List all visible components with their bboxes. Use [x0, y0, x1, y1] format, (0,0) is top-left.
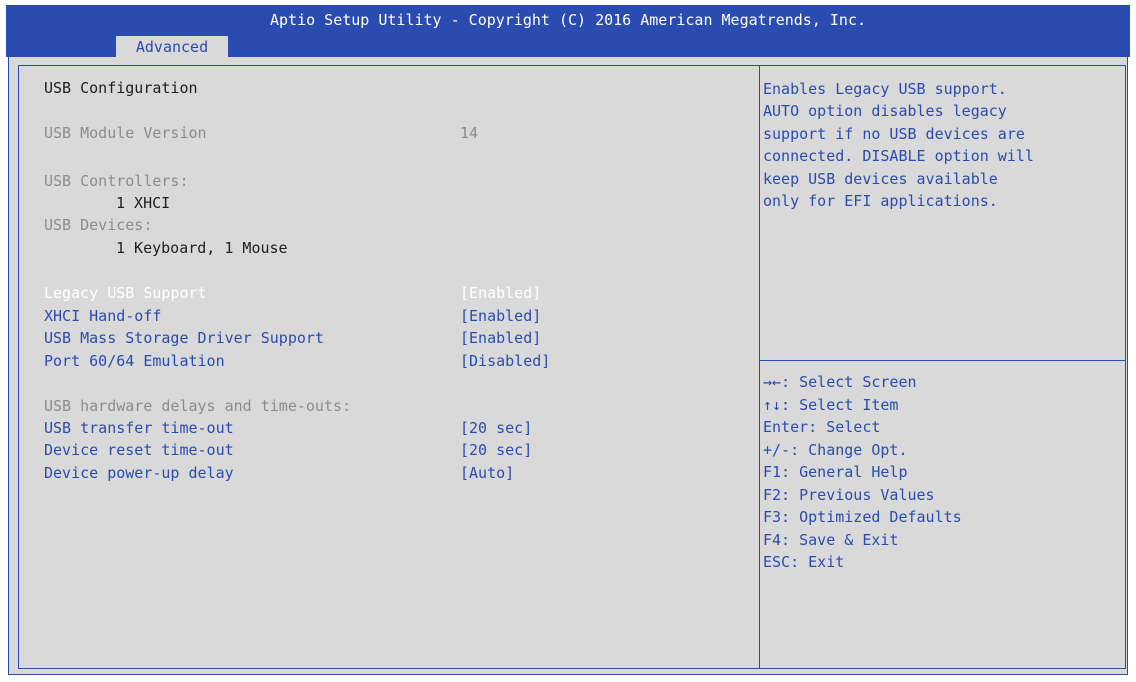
controllers-value: 1 XHCI	[116, 194, 171, 212]
key-hint-general-help: F1: General Help	[763, 463, 908, 481]
setting-device-power-up-delay[interactable]: Device power-up delay	[44, 464, 234, 482]
section-title: USB Configuration	[44, 79, 198, 97]
setting-legacy-usb-support[interactable]: Legacy USB Support	[44, 284, 207, 302]
key-hint-select-screen: →←: Select Screen	[763, 373, 917, 391]
setting-legacy-usb-support-value[interactable]: [Enabled]	[460, 284, 541, 302]
key-hint-change-opt: +/-: Change Opt.	[763, 441, 908, 459]
help-line: support if no USB devices are	[763, 125, 1025, 143]
help-line: AUTO option disables legacy	[763, 102, 1007, 120]
help-line: Enables Legacy USB support.	[763, 80, 1007, 98]
help-line: keep USB devices available	[763, 170, 998, 188]
setting-usb-transfer-timeout-value[interactable]: [20 sec]	[460, 419, 532, 437]
setting-xhci-hand-off-value[interactable]: [Enabled]	[460, 307, 541, 325]
setting-xhci-hand-off[interactable]: XHCI Hand-off	[44, 307, 161, 325]
setting-port-emulation[interactable]: Port 60/64 Emulation	[44, 352, 225, 370]
key-hint-esc-exit: ESC: Exit	[763, 553, 845, 571]
module-version-label: USB Module Version	[44, 124, 207, 142]
key-hint-save-exit: F4: Save & Exit	[763, 531, 899, 549]
setting-usb-mass-storage[interactable]: USB Mass Storage Driver Support	[44, 329, 324, 347]
setting-usb-transfer-timeout[interactable]: USB transfer time-out	[44, 419, 234, 437]
setting-port-emulation-value[interactable]: [Disabled]	[460, 352, 550, 370]
tab-advanced[interactable]: Advanced	[116, 36, 228, 57]
help-line: connected. DISABLE option will	[763, 147, 1034, 165]
setting-usb-mass-storage-value[interactable]: [Enabled]	[460, 329, 541, 347]
key-hint-optimized-defaults: F3: Optimized Defaults	[763, 508, 962, 526]
devices-label: USB Devices:	[44, 216, 153, 234]
delays-header: USB hardware delays and time-outs:	[44, 397, 352, 415]
title-bar: Aptio Setup Utility - Copyright (C) 2016…	[6, 5, 1130, 57]
devices-value: 1 Keyboard, 1 Mouse	[116, 239, 288, 257]
controllers-label: USB Controllers:	[44, 172, 189, 190]
key-hint-previous-values: F2: Previous Values	[763, 486, 935, 504]
title-text: Aptio Setup Utility - Copyright (C) 2016…	[269, 11, 867, 29]
module-version-value: 14	[460, 124, 479, 142]
help-line: only for EFI applications.	[763, 192, 998, 210]
key-hint-select-item: ↑↓: Select Item	[763, 396, 899, 414]
setting-device-reset-timeout-value[interactable]: [20 sec]	[460, 441, 532, 459]
vertical-divider	[759, 65, 760, 669]
help-divider	[760, 360, 1126, 361]
setting-device-power-up-delay-value[interactable]: [Auto]	[460, 464, 514, 482]
key-hint-enter: Enter: Select	[763, 418, 881, 436]
setting-device-reset-timeout[interactable]: Device reset time-out	[44, 441, 234, 459]
